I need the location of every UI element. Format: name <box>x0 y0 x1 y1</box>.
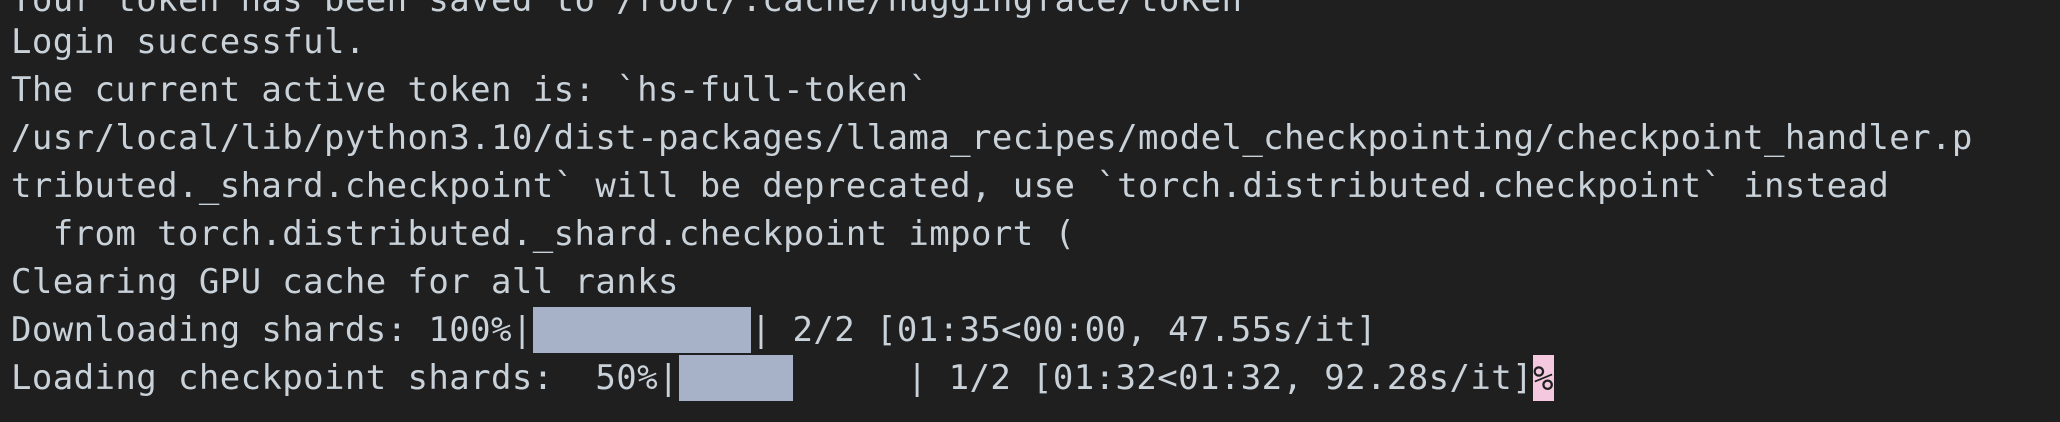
download-progress-fill <box>532 307 751 353</box>
output-line-import: from torch.distributed._shard.checkpoint… <box>11 214 1076 254</box>
output-line-warning-path: /usr/local/lib/python3.10/dist-packages/… <box>11 118 1973 158</box>
terminal-cursor[interactable]: % <box>1532 355 1554 401</box>
download-progress-bar <box>532 306 751 354</box>
download-progress-suffix: | 2/2 [01:35<00:00, 47.55s/it] <box>750 310 1377 350</box>
loading-progress-suffix: | 1/2 [01:32<01:32, 92.28s/it] <box>906 358 1533 398</box>
output-line-active-token: The current active token is: `hs-full-to… <box>11 70 930 110</box>
loading-progress-prefix: Loading checkpoint shards: 50%| <box>11 358 679 398</box>
loading-progress-bar <box>678 354 907 402</box>
output-line-login-success: Login successful. <box>11 22 366 62</box>
terminal-window[interactable]: Your token has been saved to /root/.cach… <box>0 0 2060 422</box>
download-progress-line: Downloading shards: 100%| | 2/2 [01:35<00… <box>11 306 1377 354</box>
loading-progress-line: Loading checkpoint shards: 50%| | 1/2 [01… <box>11 354 1554 402</box>
loading-progress-fill <box>678 355 793 401</box>
output-line-clearing-cache: Clearing GPU cache for all ranks <box>11 262 679 302</box>
output-line-deprecation: tributed._shard.checkpoint` will be depr… <box>11 166 1890 206</box>
download-progress-prefix: Downloading shards: 100%| <box>11 310 533 350</box>
